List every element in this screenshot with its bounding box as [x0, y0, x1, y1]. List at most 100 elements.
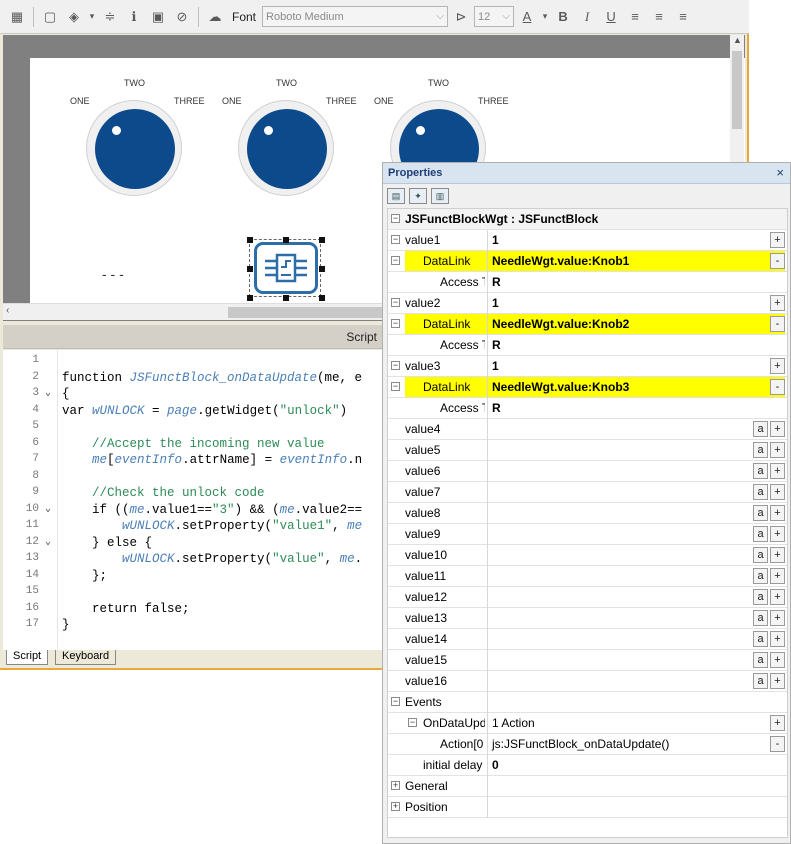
code-line[interactable]: 1	[3, 354, 383, 371]
knob-widget[interactable]: ONE TWO THREE	[68, 78, 208, 198]
tab-keyboard[interactable]: Keyboard	[55, 650, 117, 665]
dropdown-arrow-icon[interactable]: ▾	[540, 6, 550, 28]
attribute-button[interactable]: a	[753, 631, 768, 647]
add-button[interactable]: +	[770, 484, 785, 500]
remove-button[interactable]: -	[770, 736, 785, 752]
remove-button[interactable]: -	[770, 379, 785, 395]
property-value[interactable]: 1	[492, 233, 499, 247]
property-value[interactable]: R	[492, 338, 501, 352]
resize-handle[interactable]	[247, 295, 253, 301]
add-button[interactable]: +	[770, 652, 785, 668]
code-line[interactable]: 6 //Accept the incoming new value	[3, 437, 383, 454]
remove-button[interactable]: -	[770, 316, 785, 332]
align-left-icon[interactable]: ≡	[624, 6, 646, 28]
code-line[interactable]: 14 };	[3, 569, 383, 586]
add-button[interactable]: +	[770, 526, 785, 542]
bold-icon[interactable]: B	[552, 6, 574, 28]
align-center-text-icon[interactable]: ≡	[648, 6, 670, 28]
property-row-value9[interactable]: value9 a +	[388, 524, 787, 545]
add-button[interactable]: +	[770, 673, 785, 689]
categorized-view-icon[interactable]: ▤	[387, 188, 405, 204]
text-fit-icon[interactable]: ⊳	[450, 6, 472, 28]
js-function-block-widget[interactable]	[247, 237, 325, 301]
property-value[interactable]: 0	[492, 758, 499, 772]
align-center-icon[interactable]: ≑	[99, 6, 121, 28]
tab-script[interactable]: Script	[6, 650, 49, 665]
info-icon[interactable]: ℹ	[123, 6, 145, 28]
property-row-access-t[interactable]: Access T R	[388, 335, 787, 356]
collapse-icon[interactable]: −	[391, 214, 400, 223]
property-row-value10[interactable]: value10 a +	[388, 545, 787, 566]
property-row-value8[interactable]: value8 a +	[388, 503, 787, 524]
property-row-value1[interactable]: − value1 1 +	[388, 230, 787, 251]
resize-handle[interactable]	[319, 266, 325, 272]
resize-handle[interactable]	[247, 237, 253, 243]
align-right-icon[interactable]: ≡	[672, 6, 694, 28]
close-icon[interactable]: ×	[776, 165, 784, 180]
attribute-button[interactable]: a	[753, 673, 768, 689]
resize-handle[interactable]	[247, 266, 253, 272]
collapse-icon[interactable]: −	[391, 235, 400, 244]
property-pages-icon[interactable]: ▥	[431, 188, 449, 204]
attribute-button[interactable]: a	[753, 652, 768, 668]
font-select[interactable]: Roboto Medium ⌵	[262, 6, 449, 27]
attribute-button[interactable]: a	[753, 526, 768, 542]
property-row-datalink[interactable]: − DataLink NeedleWgt.value:Knob1 -	[388, 251, 787, 272]
expand-icon[interactable]: +	[391, 802, 400, 811]
font-size-select[interactable]: 12 ⌵	[474, 6, 515, 27]
code-line[interactable]: 4 var wUNLOCK = page.getWidget("unlock")	[3, 404, 383, 421]
property-row-initial-delay[interactable]: initial delay 0	[388, 755, 787, 776]
property-row-value14[interactable]: value14 a +	[388, 629, 787, 650]
remove-button[interactable]: -	[770, 253, 785, 269]
property-row-position[interactable]: + Position	[388, 797, 787, 818]
property-value[interactable]: R	[492, 275, 501, 289]
comment-icon[interactable]: ☁	[204, 6, 226, 28]
image-icon[interactable]: ▣	[147, 6, 169, 28]
code-line[interactable]: 11 wUNLOCK.setProperty("value1", me	[3, 519, 383, 536]
scroll-thumb[interactable]	[228, 307, 383, 318]
collapse-icon[interactable]: −	[391, 256, 400, 265]
add-button[interactable]: +	[770, 610, 785, 626]
property-value[interactable]: R	[492, 401, 501, 415]
property-row-value12[interactable]: value12 a +	[388, 587, 787, 608]
property-row-value11[interactable]: value11 a +	[388, 566, 787, 587]
property-row-value4[interactable]: value4 a +	[388, 419, 787, 440]
property-value[interactable]: NeedleWgt.value:Knob2	[492, 317, 629, 331]
property-value[interactable]: NeedleWgt.value:Knob3	[492, 380, 629, 394]
resize-handle[interactable]	[283, 237, 289, 243]
property-row-access-t[interactable]: Access T R	[388, 398, 787, 419]
add-button[interactable]: +	[770, 631, 785, 647]
add-button[interactable]: +	[770, 589, 785, 605]
code-line[interactable]: 17}	[3, 618, 383, 635]
add-button[interactable]: +	[770, 421, 785, 437]
property-row-value15[interactable]: value15 a +	[388, 650, 787, 671]
code-line[interactable]: 9 //Check the unlock code	[3, 486, 383, 503]
horizontal-scrollbar[interactable]: ‹	[3, 303, 383, 320]
collapse-icon[interactable]: −	[391, 319, 400, 328]
property-row-general[interactable]: + General	[388, 776, 787, 797]
style-icon[interactable]: ⊘	[171, 6, 193, 28]
scroll-thumb[interactable]	[732, 51, 742, 129]
property-value[interactable]: 1 Action	[492, 716, 535, 730]
add-button[interactable]: +	[770, 463, 785, 479]
dropdown-arrow-icon[interactable]: ▾	[87, 6, 97, 28]
attribute-button[interactable]: a	[753, 484, 768, 500]
events-view-icon[interactable]: ✦	[409, 188, 427, 204]
fold-chevron-icon[interactable]: ⌄	[45, 387, 51, 399]
code-line[interactable]: 13 wUNLOCK.setProperty("value", me.	[3, 552, 383, 569]
scroll-left-icon[interactable]: ‹	[6, 305, 9, 316]
add-button[interactable]: +	[770, 505, 785, 521]
code-line[interactable]: 12 ⌄ } else {	[3, 536, 383, 553]
property-row-value13[interactable]: value13 a +	[388, 608, 787, 629]
property-row-value2[interactable]: − value2 1 +	[388, 293, 787, 314]
attribute-button[interactable]: a	[753, 463, 768, 479]
code-line[interactable]: 7 me[eventInfo.attrName] = eventInfo.n	[3, 453, 383, 470]
fold-chevron-icon[interactable]: ⌄	[45, 503, 51, 515]
add-button[interactable]: +	[770, 568, 785, 584]
property-row-value3[interactable]: − value3 1 +	[388, 356, 787, 377]
attribute-button[interactable]: a	[753, 610, 768, 626]
property-row-value16[interactable]: value16 a +	[388, 671, 787, 692]
property-value[interactable]: 1	[492, 359, 499, 373]
attribute-button[interactable]: a	[753, 568, 768, 584]
code-line[interactable]: 5	[3, 420, 383, 437]
